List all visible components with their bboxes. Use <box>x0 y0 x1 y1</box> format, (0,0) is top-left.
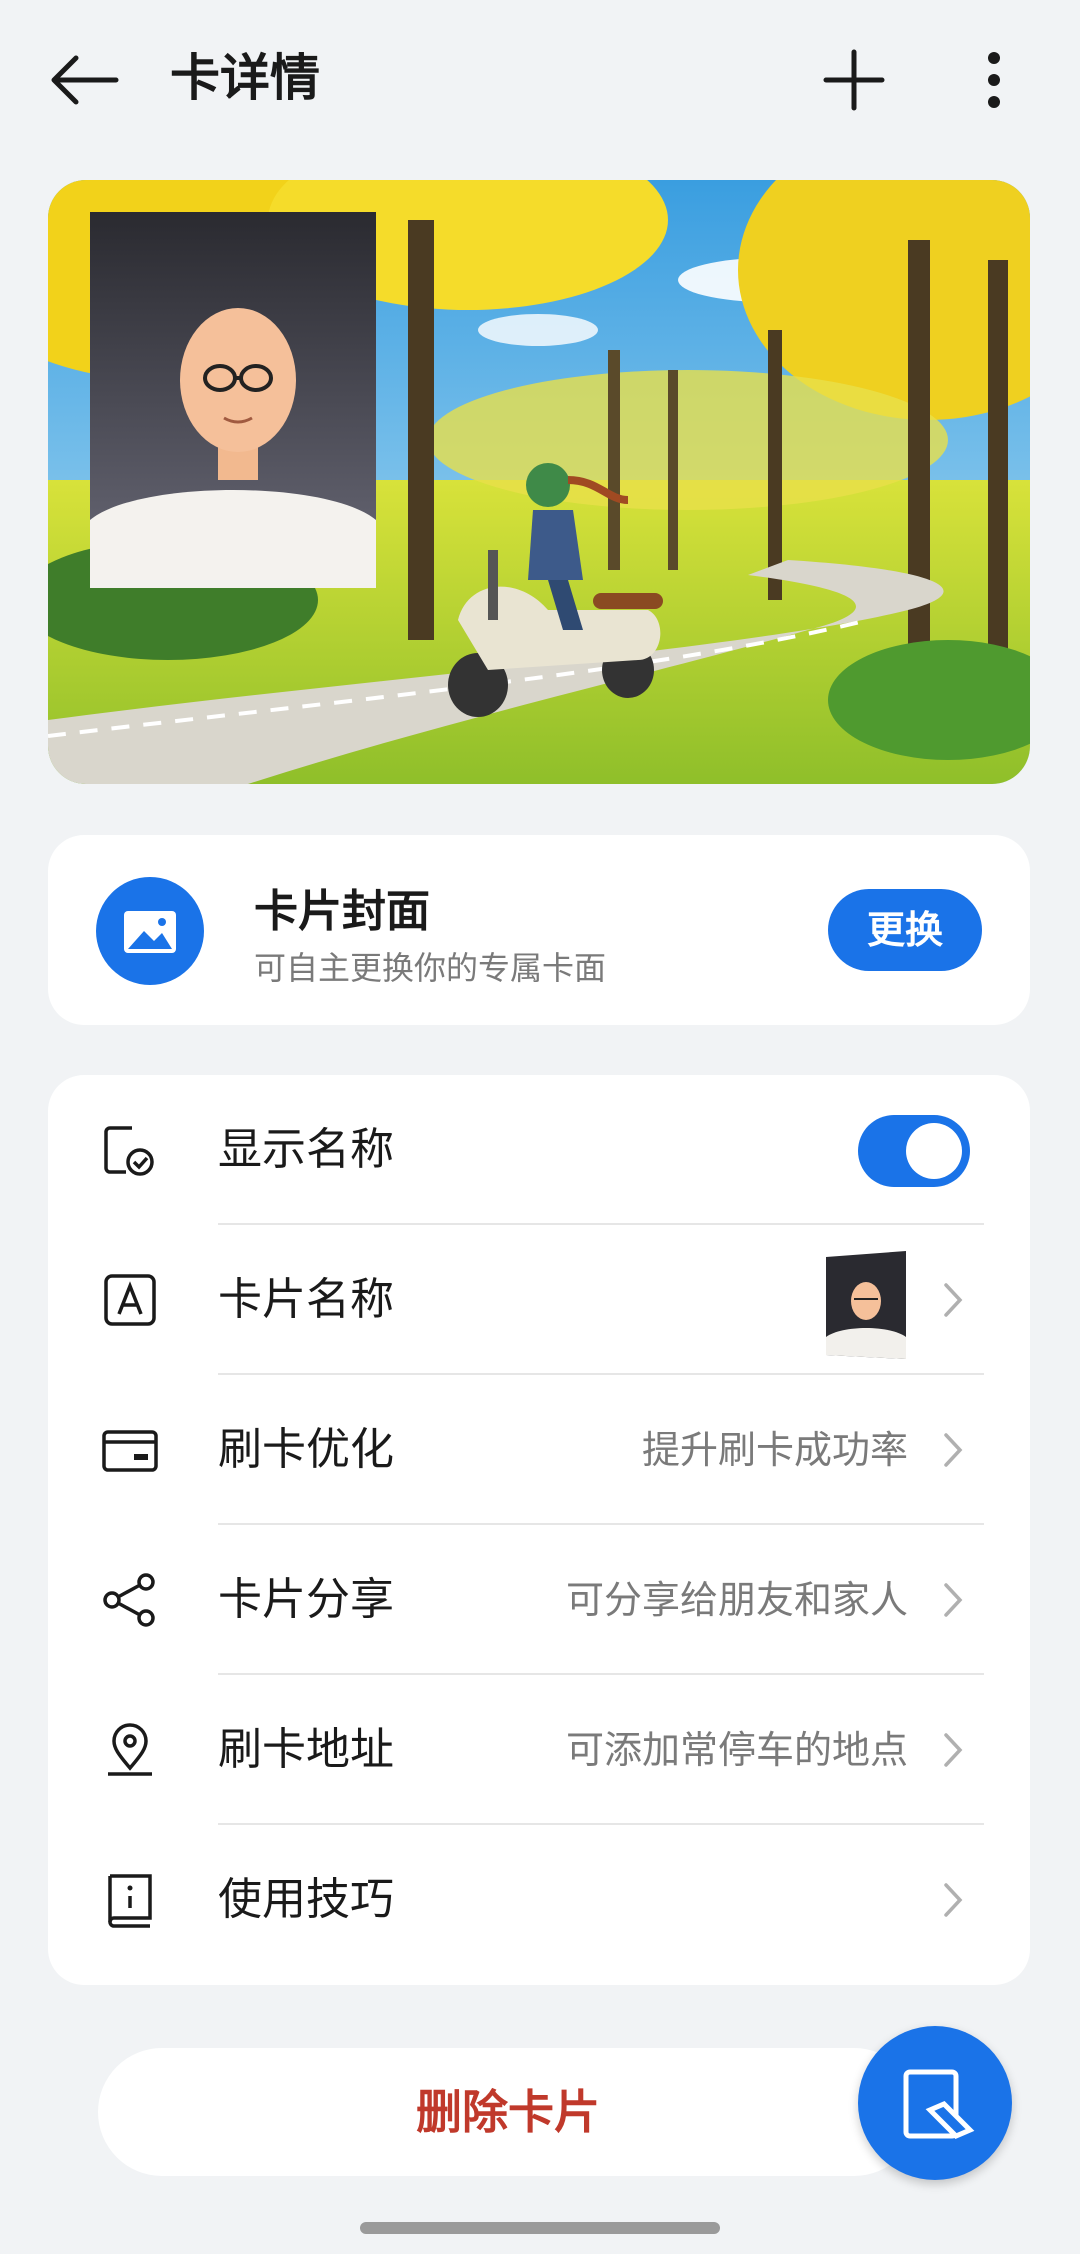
top-app-bar: 卡详情 <box>0 0 1080 160</box>
card-icon <box>102 1430 158 1472</box>
cover-icon-badge <box>96 877 204 985</box>
share-icon <box>103 1573 155 1627</box>
chevron-right-icon <box>944 1433 963 1467</box>
display-name-label: 显示名称 <box>218 1124 394 1175</box>
card-cover-panel: 卡片封面 可自主更换你的专属卡面 更换 <box>48 835 1030 1025</box>
letter-a-icon <box>104 1274 156 1326</box>
home-indicator[interactable] <box>360 2222 720 2234</box>
card-illustration <box>48 180 1030 784</box>
more-vertical-icon <box>988 52 1000 108</box>
card-check-icon <box>104 1126 154 1176</box>
display-name-toggle[interactable] <box>858 1115 970 1187</box>
delete-card-button[interactable]: 删除卡片 <box>98 2048 918 2176</box>
cover-subtitle: 可自主更换你的专属卡面 <box>254 949 607 987</box>
card-name-thumbnail <box>826 1251 906 1359</box>
settings-row-display-name[interactable]: 显示名称 <box>48 1075 1030 1225</box>
settings-row-share[interactable]: 卡片分享 可分享给朋友和家人 <box>48 1525 1030 1675</box>
tips-label: 使用技巧 <box>218 1874 394 1925</box>
optimize-value: 提升刷卡成功率 <box>641 1428 908 1472</box>
page-title: 卡详情 <box>170 49 320 107</box>
card-name-label: 卡片名称 <box>218 1274 394 1325</box>
chevron-right-icon <box>944 1883 963 1917</box>
chevron-right-icon <box>944 1733 963 1767</box>
image-icon <box>124 911 176 953</box>
settings-row-card-name[interactable]: 卡片名称 <box>48 1225 1030 1375</box>
location-pin-icon <box>108 1723 152 1776</box>
plus-icon <box>823 49 885 111</box>
edit-card-icon <box>903 2069 975 2139</box>
settings-row-optimize[interactable]: 刷卡优化 提升刷卡成功率 <box>48 1375 1030 1525</box>
chevron-right-icon <box>944 1583 963 1617</box>
chevron-right-icon <box>944 1283 963 1317</box>
share-value: 可分享给朋友和家人 <box>565 1578 908 1622</box>
address-value: 可添加常停车的地点 <box>565 1728 908 1772</box>
toggle-knob <box>906 1123 962 1179</box>
card-settings-list: 显示名称 卡片名称 刷卡优化 提升刷卡成功率 卡片分享 可分享给朋友和家人 刷卡… <box>48 1075 1030 1985</box>
optimize-label: 刷卡优化 <box>218 1424 394 1475</box>
back-button[interactable] <box>46 44 126 116</box>
settings-row-tips[interactable]: 使用技巧 <box>48 1825 1030 1975</box>
back-arrow-icon <box>51 55 119 105</box>
change-cover-button[interactable]: 更换 <box>828 889 982 971</box>
add-button[interactable] <box>818 44 890 116</box>
edit-card-fab[interactable] <box>858 2026 1012 2180</box>
card-preview[interactable] <box>48 180 1030 784</box>
more-options-button[interactable] <box>964 44 1024 116</box>
share-label: 卡片分享 <box>218 1574 394 1625</box>
address-label: 刷卡地址 <box>218 1724 394 1775</box>
settings-row-address[interactable]: 刷卡地址 可添加常停车的地点 <box>48 1675 1030 1825</box>
book-info-icon <box>108 1874 152 1928</box>
cover-title: 卡片封面 <box>254 886 430 937</box>
